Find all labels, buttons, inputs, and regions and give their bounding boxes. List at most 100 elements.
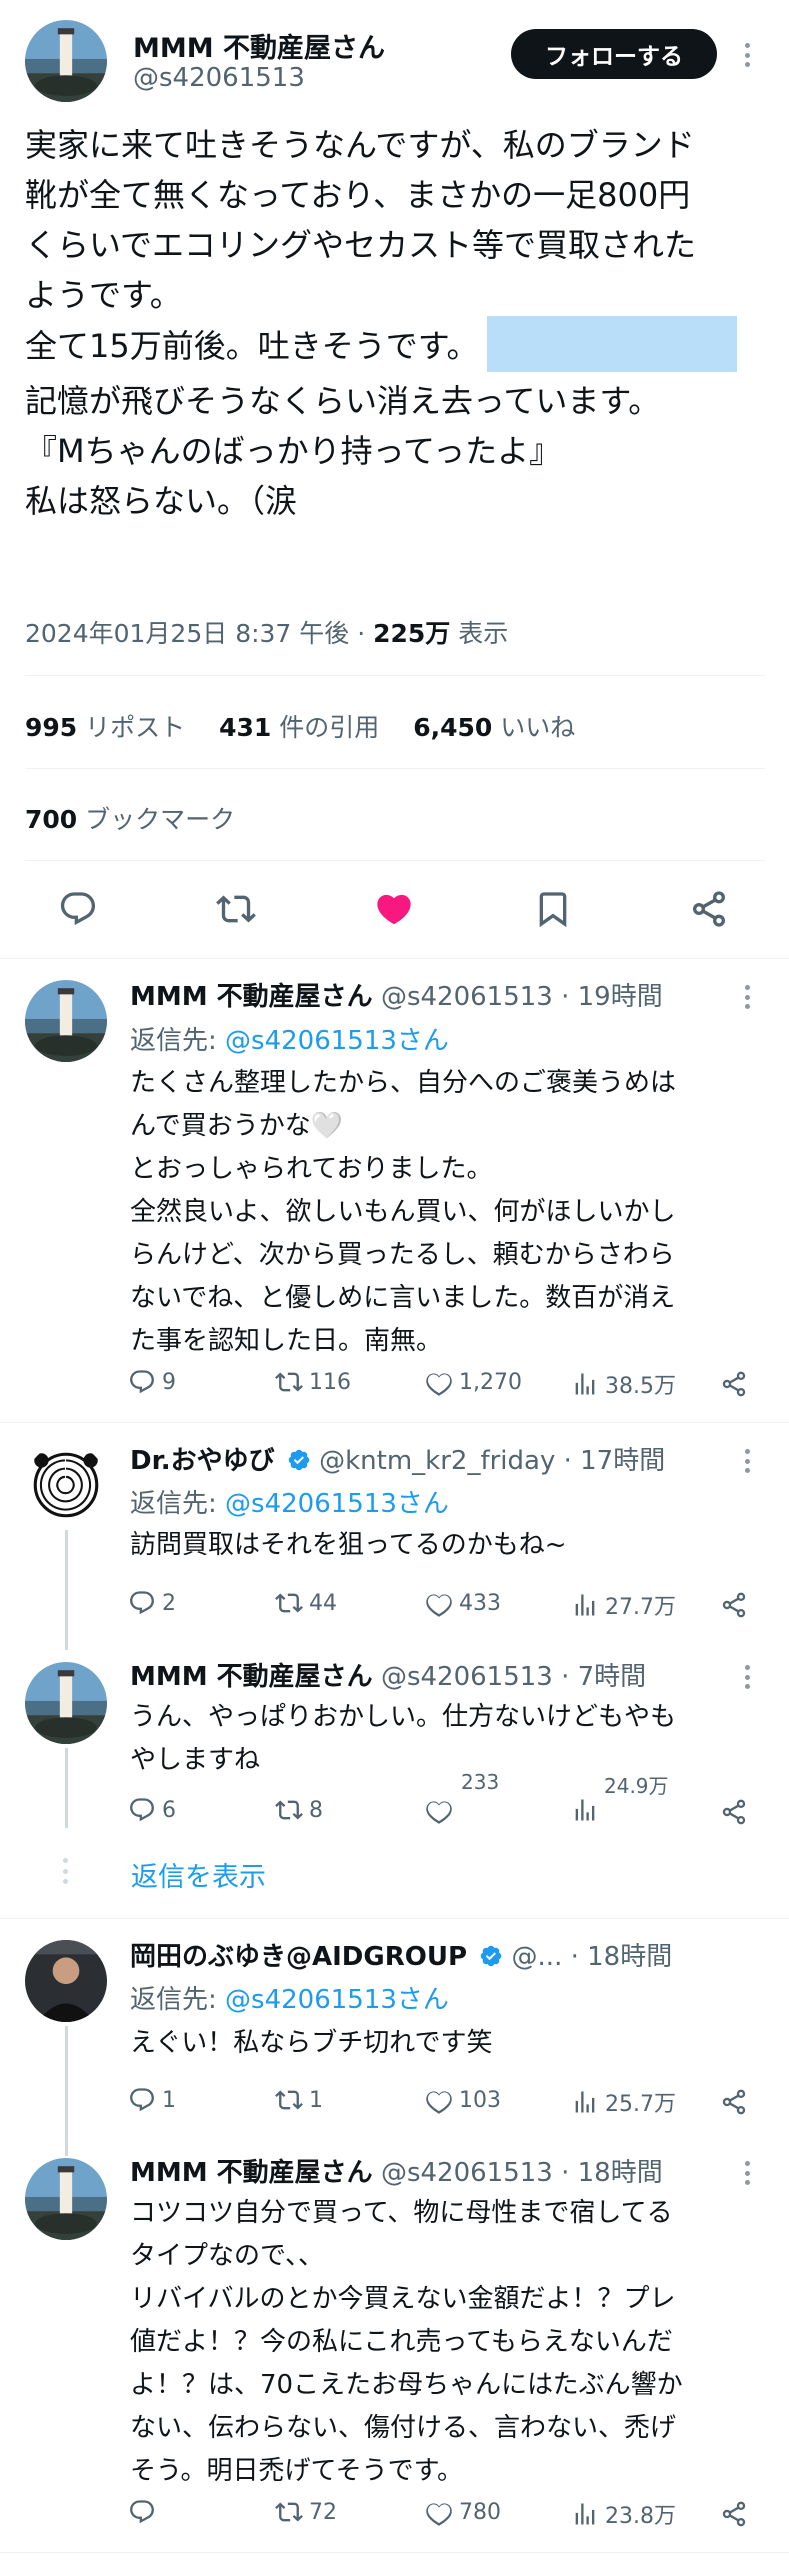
reply-display-name[interactable]: MMM 不動産屋さん bbox=[130, 2158, 373, 2188]
like-count[interactable]: 103 bbox=[425, 2086, 501, 2114]
more-options-icon[interactable] bbox=[737, 40, 757, 70]
reply-more-icon[interactable] bbox=[737, 1662, 757, 1692]
reply-count[interactable]: 9 bbox=[128, 1368, 176, 1396]
views-count[interactable]: 27.7万 bbox=[571, 1589, 676, 1621]
repost-icon bbox=[275, 2498, 303, 2526]
reposts-count[interactable]: 995 bbox=[25, 713, 77, 742]
tweet-body: 実家に来て吐きそうなんですが、私のブランド 靴が全て無くなっており、まさかの一足… bbox=[25, 120, 765, 526]
reposts-label[interactable]: リポスト bbox=[85, 713, 185, 742]
share-icon[interactable] bbox=[720, 1591, 748, 1619]
tweet-line: 『Mちゃんのばっかり持ってったよ』 bbox=[25, 432, 562, 470]
reply-more-icon[interactable] bbox=[737, 982, 757, 1012]
heart-icon bbox=[425, 2086, 453, 2114]
views-count-value: 24.9万 bbox=[604, 1774, 669, 1798]
bookmark-icon[interactable] bbox=[533, 889, 573, 929]
repost-icon bbox=[275, 1589, 303, 1617]
share-icon[interactable] bbox=[720, 2500, 748, 2528]
heart-icon bbox=[425, 1589, 453, 1617]
reply-count[interactable]: 1 bbox=[128, 2086, 176, 2114]
reply-handle-time[interactable]: @s42061513 · 19時間 bbox=[381, 982, 663, 1012]
likes-count[interactable]: 6,450 bbox=[413, 713, 492, 742]
heart-icon bbox=[425, 2498, 453, 2526]
reply-handle-time[interactable]: @kntm_kr2_friday · 17時間 bbox=[319, 1446, 665, 1476]
repost-icon[interactable] bbox=[216, 889, 256, 929]
thread-dots bbox=[63, 1858, 69, 1884]
repost-count[interactable]: 116 bbox=[275, 1368, 351, 1396]
repost-icon bbox=[275, 1796, 303, 1824]
reply-to: 返信先: @s42061513さん bbox=[130, 1026, 449, 1056]
reply-icon bbox=[128, 1796, 156, 1824]
tweet-line: 記憶が飛びそうなくらい消え去っています。 bbox=[25, 382, 661, 420]
like-count[interactable]: 433 bbox=[425, 1589, 501, 1617]
bookmarks-label[interactable]: ブックマーク bbox=[85, 805, 235, 834]
reply-header: Dr.おやゆび @kntm_kr2_friday · 17時間 bbox=[130, 1440, 665, 1477]
author-display-name[interactable]: MMM 不動産屋さん bbox=[133, 26, 385, 65]
quotes-label[interactable]: 件の引用 bbox=[279, 713, 379, 742]
tweet-line: 実家に来て吐きそうなんですが、私のブランド bbox=[25, 126, 695, 164]
reply-avatar[interactable] bbox=[25, 1940, 107, 2022]
redacted-highlight bbox=[486, 316, 737, 372]
quotes-count[interactable]: 431 bbox=[219, 713, 271, 742]
share-icon[interactable] bbox=[720, 1798, 748, 1826]
reply-display-name[interactable]: Dr.おやゆび bbox=[130, 1446, 275, 1476]
like-count[interactable]: 780 bbox=[425, 2498, 501, 2526]
share-icon[interactable] bbox=[689, 889, 729, 929]
show-replies-link[interactable]: 返信を表示 bbox=[131, 1855, 266, 1894]
reply-avatar[interactable] bbox=[25, 2158, 107, 2240]
bookmarks-row: 700 ブックマーク bbox=[25, 800, 235, 836]
tweet-line: くらいでエコリングやセカスト等で買取された bbox=[25, 226, 697, 264]
views-icon bbox=[571, 1796, 599, 1824]
reply-count[interactable] bbox=[128, 2498, 162, 2526]
reply-icon[interactable] bbox=[58, 889, 98, 929]
reply-count[interactable]: 2 bbox=[128, 1589, 176, 1617]
author-handle[interactable]: @s42061513 bbox=[133, 63, 305, 93]
repost-count[interactable]: 1 bbox=[275, 2086, 323, 2114]
views-icon bbox=[571, 1591, 599, 1619]
reply-more-icon[interactable] bbox=[737, 1446, 757, 1476]
reply-body: コツコツ自分で買って、物に母性まで宿してる タイプなので、、 リバイバルのとか今… bbox=[130, 2198, 683, 2486]
repost-count[interactable]: 72 bbox=[275, 2498, 337, 2526]
reply-more-icon[interactable] bbox=[737, 2158, 757, 2188]
reply-count[interactable]: 6 bbox=[128, 1796, 176, 1824]
bookmarks-count[interactable]: 700 bbox=[25, 805, 77, 834]
views-count[interactable]: 25.7万 bbox=[571, 2086, 676, 2118]
repost-count[interactable]: 8 bbox=[275, 1796, 323, 1824]
reply-header: MMM 不動産屋さん @s42061513 · 7時間 bbox=[130, 1656, 646, 1693]
reply-to-link[interactable]: @s42061513さん bbox=[225, 1985, 449, 2015]
reply-to-link[interactable]: @s42061513さん bbox=[225, 1026, 449, 1056]
repost-count[interactable]: 44 bbox=[275, 1589, 337, 1617]
like-filled-icon[interactable] bbox=[374, 889, 414, 929]
reply-header: 岡田のぶゆき@AIDGROUP @... · 18時間 bbox=[130, 1936, 672, 1973]
views-count[interactable]: 38.5万 bbox=[571, 1368, 676, 1400]
like-count[interactable]: 1,270 bbox=[425, 1368, 522, 1396]
reply-avatar[interactable] bbox=[25, 980, 107, 1062]
tweet-line: 私は怒らない。（涙 bbox=[25, 482, 298, 520]
follow-button[interactable]: フォローする bbox=[511, 29, 717, 79]
reply-display-name[interactable]: MMM 不動産屋さん bbox=[130, 1662, 373, 1692]
timestamp[interactable]: 2024年01月25日 8:37 午後 · bbox=[25, 619, 373, 648]
reply-handle-time[interactable]: @s42061513 · 7時間 bbox=[381, 1662, 646, 1692]
heart-icon bbox=[425, 1368, 453, 1396]
reply-avatar[interactable] bbox=[25, 1444, 107, 1526]
reply-icon bbox=[128, 2498, 156, 2526]
repost-icon bbox=[275, 2086, 303, 2114]
views-icon bbox=[571, 2500, 599, 2528]
reply-to-link[interactable]: @s42061513さん bbox=[225, 1489, 449, 1519]
reply-display-name[interactable]: 岡田のぶゆき@AIDGROUP bbox=[130, 1942, 467, 1972]
like-count[interactable] bbox=[425, 1796, 453, 1824]
views-count[interactable]: 23.8万 bbox=[571, 2498, 676, 2530]
likes-label[interactable]: いいね bbox=[500, 713, 575, 742]
author-avatar[interactable] bbox=[25, 20, 107, 102]
views-icon bbox=[571, 2088, 599, 2116]
views-count[interactable] bbox=[571, 1796, 599, 1824]
stats-row: 995 リポスト 431 件の引用 6,450 いいね bbox=[25, 708, 575, 744]
share-icon[interactable] bbox=[720, 1370, 748, 1398]
reply-display-name[interactable]: MMM 不動産屋さん bbox=[130, 982, 373, 1012]
reply-handle-time[interactable]: @... · 18時間 bbox=[512, 1942, 673, 1972]
reply-avatar[interactable] bbox=[25, 1662, 107, 1744]
reply-handle-time[interactable]: @s42061513 · 18時間 bbox=[381, 2158, 663, 2188]
timestamp-row: 2024年01月25日 8:37 午後 · 225万 表示 bbox=[25, 614, 508, 650]
share-icon[interactable] bbox=[720, 2088, 748, 2116]
like-count-value: 233 bbox=[461, 1770, 500, 1794]
reply-icon bbox=[128, 1589, 156, 1617]
